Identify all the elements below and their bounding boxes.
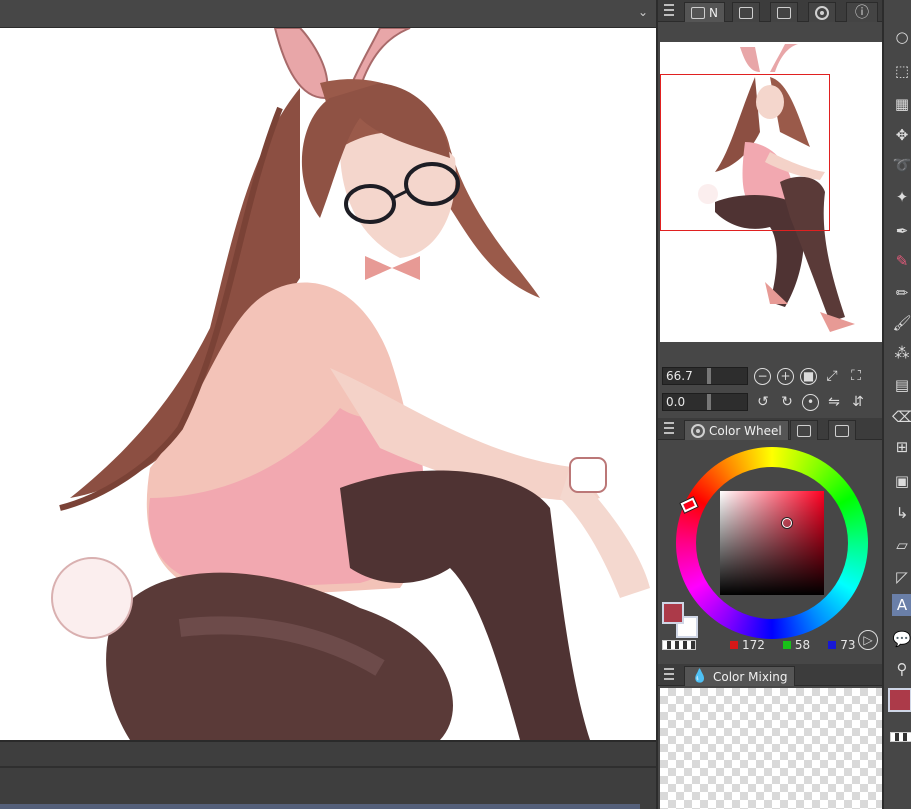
main-color-swatch[interactable]: [662, 602, 684, 624]
drawing-canvas[interactable]: [0, 28, 656, 740]
move-icon[interactable]: ✥: [892, 124, 911, 146]
navigator-preview[interactable]: [660, 42, 882, 342]
color-tab-bar: Color Wheel: [658, 418, 884, 440]
red-dot: [730, 641, 738, 649]
color-set-icon: [797, 424, 811, 437]
text-icon[interactable]: A: [892, 594, 911, 616]
droplets-icon: 💧: [691, 668, 709, 684]
balloon-icon[interactable]: 💬: [892, 628, 911, 650]
tab-animation[interactable]: [732, 2, 760, 22]
color-mixing-tab-bar: 💧 Color Mixing: [658, 664, 884, 686]
actual-size-icon[interactable]: ■: [800, 367, 817, 385]
saturation-value-square[interactable]: [720, 491, 824, 595]
brush-icon[interactable]: 🖌: [892, 312, 911, 334]
view-frame-indicator[interactable]: [660, 74, 830, 231]
pen-icon[interactable]: ✒: [892, 220, 911, 242]
eraser-brush-icon[interactable]: ✎: [892, 250, 911, 272]
artwork: [51, 28, 650, 740]
info-icon: ⓘ: [855, 4, 869, 21]
rotation-input[interactable]: 0.0: [662, 393, 748, 411]
tool-palette: ○ ⬚ ▦ ✥ ➰ ✦ ✒ ✎ ✏ 🖌 ⁂ ▤ ⌫ ⊞ ▣ ↳ ▱ ◸ A 💬 …: [882, 0, 911, 809]
flip-horizontal-icon[interactable]: ⇋: [825, 393, 843, 411]
eyedropper-icon[interactable]: ⚲: [892, 658, 911, 680]
green-dot: [782, 641, 791, 649]
toolbar-transparent-swatch[interactable]: [890, 732, 911, 742]
tab-color-mixing[interactable]: 💧 Color Mixing: [684, 666, 795, 686]
figure-icon[interactable]: ◸: [892, 566, 911, 588]
curve-icon[interactable]: ↳: [892, 502, 911, 524]
zoom-in-icon[interactable]: +: [777, 367, 794, 385]
tab-color-set[interactable]: [790, 420, 818, 440]
blue-value: 73: [840, 638, 856, 652]
zoom-out-icon[interactable]: −: [754, 367, 771, 385]
tab-info[interactable]: ⓘ: [846, 2, 878, 22]
navigator-tab-bar: N ⓘ: [658, 0, 884, 22]
rotate-left-icon[interactable]: ↺: [754, 393, 772, 411]
zoom-input[interactable]: 66.7: [662, 367, 748, 385]
layers-icon: [691, 6, 705, 19]
fill-icon[interactable]: ▣: [892, 470, 911, 492]
blue-dot: [828, 641, 837, 649]
canvas-tab-bar: ⌄: [0, 0, 656, 28]
eraser-icon[interactable]: ⌫: [892, 406, 911, 428]
rotate-right-icon[interactable]: ↻: [778, 393, 796, 411]
sub-view-icon: [815, 5, 829, 20]
toolbar-main-color-swatch[interactable]: [888, 688, 911, 712]
play-icon[interactable]: ▷: [858, 630, 878, 650]
pencil-icon[interactable]: ✏: [892, 282, 911, 304]
tab-pages[interactable]: [770, 2, 798, 22]
tab-color-wheel[interactable]: Color Wheel: [684, 420, 789, 440]
intermediate-color-icon: [835, 424, 849, 437]
selection-marquee-icon[interactable]: ⬚: [892, 60, 911, 82]
canvas-status-bar: [0, 740, 656, 809]
auto-select-icon[interactable]: ▦: [892, 93, 911, 115]
reset-rotation-icon[interactable]: •: [802, 393, 819, 411]
zoom-tool-icon[interactable]: ○: [892, 26, 911, 48]
sv-cursor[interactable]: [782, 518, 792, 528]
panel-menu-icon[interactable]: [664, 4, 674, 16]
red-value: 172: [742, 638, 765, 652]
right-panel: N ⓘ 66.7 − + ■ ⤢ ⛶ 0.0 ↺ ↻ • ⇋ ⇵ Color W…: [656, 0, 884, 809]
fit-navigator-icon[interactable]: ⛶: [847, 367, 865, 385]
color-wheel-icon: [691, 423, 705, 438]
lasso-icon[interactable]: ➰: [892, 154, 911, 176]
gradient-icon[interactable]: ▤: [892, 374, 911, 396]
flip-vertical-icon[interactable]: ⇵: [849, 393, 867, 411]
panel-menu-icon[interactable]: [664, 668, 674, 680]
airbrush-icon[interactable]: ⁂: [892, 342, 911, 364]
color-mixing-canvas[interactable]: [660, 688, 882, 809]
tab-layers[interactable]: N: [684, 2, 725, 22]
panel-menu-icon[interactable]: [664, 422, 674, 434]
color-wheel: 172 58 73 ▷: [658, 440, 884, 658]
wand-icon[interactable]: ✦: [892, 186, 911, 208]
rgb-readout: 172 58 73: [730, 638, 855, 652]
zoom-control-row: 66.7 − + ■ ⤢ ⛶: [662, 366, 865, 386]
tab-sub-view[interactable]: [808, 2, 836, 22]
grid-icon[interactable]: ⊞: [892, 436, 911, 458]
fit-window-icon[interactable]: ⤢: [823, 367, 841, 385]
rotation-control-row: 0.0 ↺ ↻ • ⇋ ⇵: [662, 392, 867, 412]
animation-icon: [739, 6, 753, 19]
pages-icon: [777, 6, 791, 19]
tab-intermediate-color[interactable]: [828, 420, 856, 440]
transparent-color-swatch[interactable]: [662, 640, 696, 650]
green-value: 58: [794, 638, 811, 652]
horizontal-scrollbar[interactable]: [0, 804, 640, 809]
ruler-icon[interactable]: ▱: [892, 534, 911, 556]
chevron-down-icon[interactable]: ⌄: [638, 6, 650, 18]
